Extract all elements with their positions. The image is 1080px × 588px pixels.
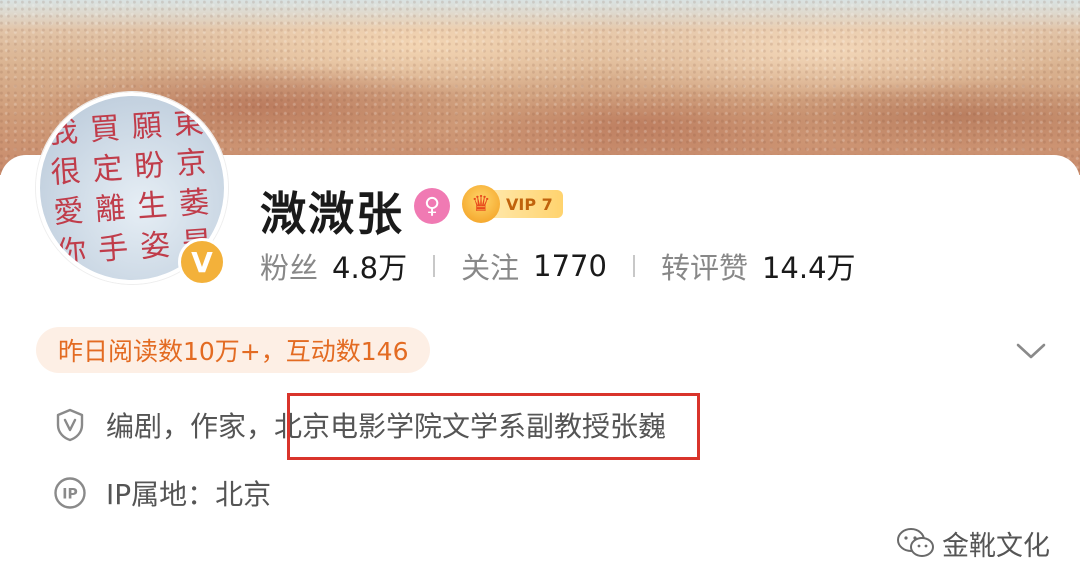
avatar-glyph: 生 <box>136 187 169 225</box>
verified-badge-icon: V <box>178 238 226 286</box>
interactions-count: 14.4万 <box>761 251 856 285</box>
following-label[interactable]: 关注 <box>461 245 519 287</box>
activity-badge[interactable]: 昨日阅读数10万+，互动数146 <box>36 327 431 373</box>
profile-name: 溦溦张 <box>260 187 404 241</box>
avatar-glyph: 願 <box>130 108 163 146</box>
avatar-glyph: 你 <box>55 233 88 271</box>
ip-location: IP属地：北京 <box>106 478 272 511</box>
watermark-text: 金靴文化 <box>942 530 1050 562</box>
wechat-icon <box>897 528 934 557</box>
svg-text:IP: IP <box>62 487 77 503</box>
ip-icon: IP <box>52 475 88 511</box>
crown-icon: ♛ <box>462 185 500 223</box>
female-icon: ♀ <box>414 188 450 224</box>
avatar-glyph: 盼 <box>133 147 166 186</box>
avatar-glyph: 東 <box>172 105 205 143</box>
stats-bar: 粉丝 4.8万 关注 1770 转评赞 14.4万 <box>260 246 856 286</box>
avatar-glyph: 姿 <box>138 227 172 265</box>
followers-count[interactable]: 4.8万 <box>332 245 407 287</box>
vip-level: VIP 7 <box>492 190 563 218</box>
ip-row: IP IP属地：北京 <box>52 473 271 513</box>
stat-divider <box>632 255 635 277</box>
avatar-glyph: 定 <box>91 150 124 188</box>
stat-divider <box>433 255 436 277</box>
avatar-glyph: 京 <box>175 145 208 183</box>
avatar-glyph: 買 <box>88 111 122 149</box>
watermark: 金靴文化 <box>896 523 1050 563</box>
avatar-glyph: 我 <box>46 113 80 151</box>
avatar-glyph: 萎 <box>178 184 211 222</box>
vip-badge[interactable]: ♛ VIP 7 <box>462 184 563 224</box>
avatar-glyph: 很 <box>49 153 82 191</box>
highlight-box <box>287 393 700 460</box>
avatar-glyph: 離 <box>94 190 127 228</box>
chevron-down-icon[interactable] <box>1016 336 1046 366</box>
avatar-glyph: 愛 <box>52 193 85 231</box>
avatar-glyph: 手 <box>97 230 130 268</box>
following-count[interactable]: 1770 <box>533 249 607 283</box>
shield-verified-icon <box>52 407 88 443</box>
followers-label[interactable]: 粉丝 <box>260 245 318 287</box>
interactions-label: 转评赞 <box>660 251 748 285</box>
